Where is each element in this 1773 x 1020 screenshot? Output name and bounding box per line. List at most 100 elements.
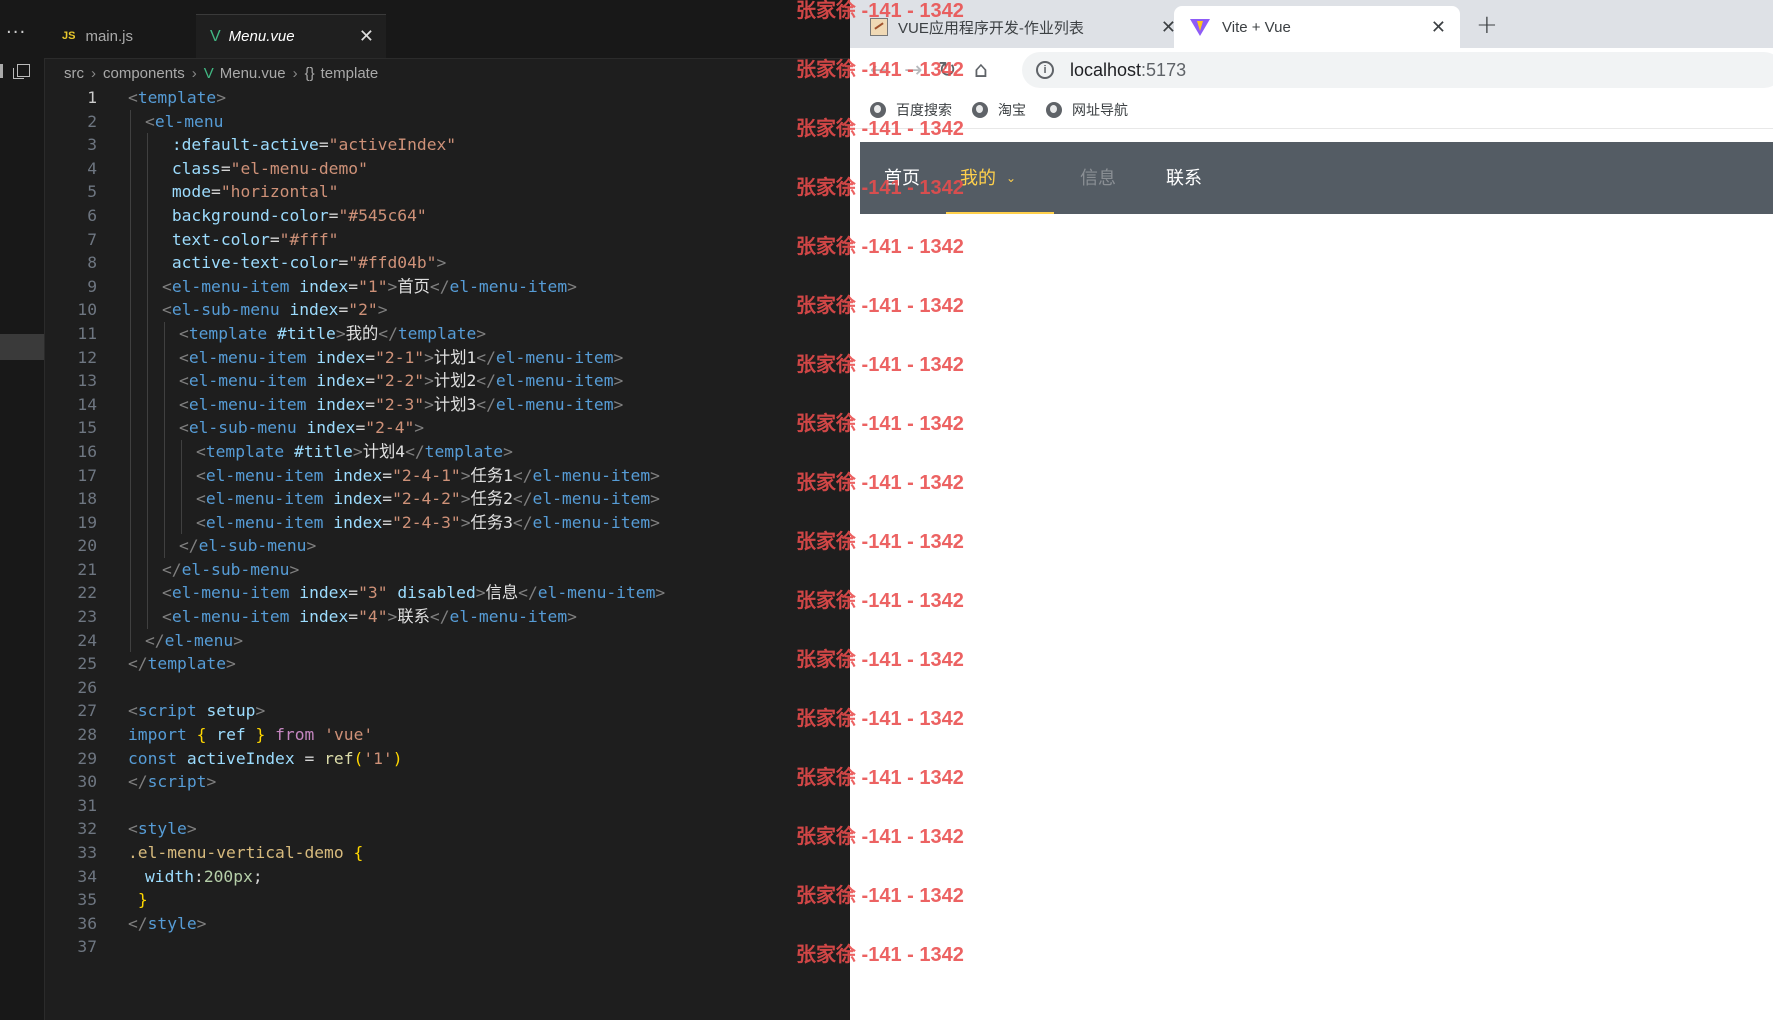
code-line[interactable]: 34 width:200px;	[44, 865, 850, 889]
code-line[interactable]: 5 mode="horizontal"	[44, 180, 850, 204]
code-token-attr: index	[306, 418, 356, 438]
bookmark-nav[interactable]: 网址导航	[1046, 100, 1128, 120]
code-line[interactable]: 15 <el-sub-menu index="2-4">	[44, 416, 850, 440]
code-line[interactable]: 26	[44, 676, 850, 700]
code-text: </template>	[128, 652, 236, 676]
submenu-mine[interactable]: 我的 ⌄	[946, 142, 1054, 214]
breadcrumb-components[interactable]: components	[103, 65, 185, 82]
indent-guide	[147, 510, 148, 535]
more-actions-icon[interactable]: ···	[6, 22, 26, 43]
address-bar[interactable]: i localhost:5173	[1022, 52, 1773, 88]
breadcrumb-src[interactable]: src	[64, 65, 84, 82]
code-line[interactable]: 21 </el-sub-menu>	[44, 557, 850, 582]
code-line[interactable]: 24 </el-menu>	[44, 628, 850, 653]
bookmark-label: 淘宝	[998, 102, 1026, 118]
code-line[interactable]: 12 <el-menu-item index="2-1">计划1</el-menu…	[44, 345, 850, 370]
breadcrumb-template[interactable]: template	[321, 65, 379, 82]
code-line[interactable]: 2 <el-menu	[44, 109, 850, 134]
code-area[interactable]: 1 <template> 2 <el-menu 3 :default-active="a…	[44, 86, 850, 959]
code-line[interactable]: 17 <el-menu-item index="2-4-1">任务1</el-me…	[44, 463, 850, 488]
site-info-icon[interactable]: i	[1036, 61, 1054, 79]
home-icon[interactable]: ⌂	[974, 58, 988, 83]
code-token-endname: template	[397, 323, 477, 343]
code-line[interactable]: 27 <script setup>	[44, 699, 850, 723]
menu-item-home[interactable]: 首页	[884, 142, 920, 214]
code-line[interactable]: 13 <el-menu-item index="2-2">计划2</el-menu…	[44, 369, 850, 393]
bookmark-baidu[interactable]: 百度搜索	[870, 100, 952, 120]
title-strip	[44, 0, 850, 14]
code-text: active-text-color="#ffd04b">	[162, 251, 447, 275]
code-line[interactable]: 9 <el-menu-item index="1">首页</el-menu-ite…	[44, 274, 850, 299]
indent-guide	[147, 557, 148, 582]
menu-item-contact[interactable]: 联系	[1166, 142, 1202, 214]
tab-main-js[interactable]: JS main.js	[62, 14, 133, 58]
code-line[interactable]: 37	[44, 935, 850, 959]
line-number: 36	[77, 913, 97, 933]
code-token-name: el-menu	[154, 111, 224, 131]
code-line[interactable]: 7 text-color="#fff"	[44, 227, 850, 252]
code-line[interactable]: 4 class="el-menu-demo"	[44, 156, 850, 181]
browser-tab-vite-vue[interactable]: Vite + Vue ✕	[1174, 6, 1460, 48]
code-line[interactable]: 33 .el-menu-vertical-demo {	[44, 841, 850, 865]
code-text: <el-menu-item index="2-4-2">任务2</el-menu…	[196, 487, 660, 511]
code-line[interactable]: 31	[44, 794, 850, 818]
close-tab-icon[interactable]: ✕	[1431, 17, 1446, 38]
code-token-open: <	[179, 394, 189, 414]
browser-tab-assignments[interactable]: VUE应用程序开发-作业列表 ✕	[870, 6, 1190, 48]
explorer-icon[interactable]	[13, 64, 30, 79]
code-line[interactable]: 11 <template #title>我的</template>	[44, 321, 850, 346]
code-line[interactable]: 30 </script>	[44, 770, 850, 794]
code-token-name: el-menu-item	[205, 465, 324, 485]
code-token-open: <	[128, 701, 138, 721]
code-line[interactable]: 28 import { ref } from 'vue'	[44, 723, 850, 747]
code-line[interactable]: 8 active-text-color="#ffd04b">	[44, 251, 850, 275]
code-token-close: >	[387, 276, 398, 296]
new-tab-button[interactable]: +	[1476, 10, 1498, 40]
code-token-text: 任务2	[470, 489, 513, 509]
code-line[interactable]: 36 </style>	[44, 912, 850, 936]
breadcrumb: src › components › V Menu.vue › {} templ…	[44, 59, 850, 87]
code-line[interactable]: 22 <el-menu-item index="3" disabled>信息</e…	[44, 581, 850, 606]
code-text: class="el-menu-demo"	[162, 157, 368, 181]
back-icon[interactable]: ←	[870, 58, 888, 83]
tab-label: Menu.vue	[228, 28, 295, 45]
indent-guide	[147, 251, 148, 275]
indent-guide	[147, 416, 148, 440]
code-token-op: =	[304, 748, 315, 768]
indent-guide	[130, 321, 131, 346]
tab-menu-vue[interactable]: V Menu.vue ✕	[196, 14, 386, 58]
selected-activity-item[interactable]	[0, 334, 44, 360]
reload-icon[interactable]: ↻	[938, 58, 956, 83]
indent-guide	[147, 156, 148, 181]
indent-guide	[147, 298, 148, 322]
code-line[interactable]: 23 <el-menu-item index="4">联系</el-menu-it…	[44, 605, 850, 629]
code-line[interactable]: 10 <el-sub-menu index="2">	[44, 298, 850, 322]
code-line[interactable]: 16 <template #title>计划4</template>	[44, 439, 850, 464]
code-text: .el-menu-vertical-demo {	[128, 841, 363, 865]
code-text: <el-menu-item index="1">首页</el-menu-item…	[162, 275, 577, 299]
code-line[interactable]: 29 const activeIndex = ref('1')	[44, 747, 850, 771]
code-line[interactable]: 25 </template>	[44, 652, 850, 676]
breadcrumb-file[interactable]: Menu.vue	[220, 65, 286, 82]
forward-icon[interactable]: →	[904, 58, 922, 83]
code-line[interactable]: 1 <template>	[44, 86, 850, 110]
bookmark-taobao[interactable]: 淘宝	[972, 100, 1026, 120]
code-line[interactable]: 35 }	[44, 888, 850, 912]
code-line[interactable]: 20 </el-sub-menu>	[44, 534, 850, 558]
code-line[interactable]: 18 <el-menu-item index="2-4-2">任务2</el-me…	[44, 487, 850, 511]
code-line[interactable]: 3 :default-active="activeIndex"	[44, 133, 850, 157]
indent-guide	[181, 439, 182, 464]
code-token-endopen: </	[128, 913, 148, 933]
code-line[interactable]: 32 <style>	[44, 817, 850, 841]
close-tab-icon[interactable]: ✕	[359, 26, 374, 47]
code-line[interactable]: 14 <el-menu-item index="2-3">计划3</el-menu…	[44, 392, 850, 417]
code-line[interactable]: 19 <el-menu-item index="2-4-3">任务3</el-me…	[44, 510, 850, 535]
code-token-endopen: </	[162, 559, 182, 579]
code-token-name: script	[137, 701, 197, 721]
code-line[interactable]: 6 background-color="#545c64"	[44, 203, 850, 228]
